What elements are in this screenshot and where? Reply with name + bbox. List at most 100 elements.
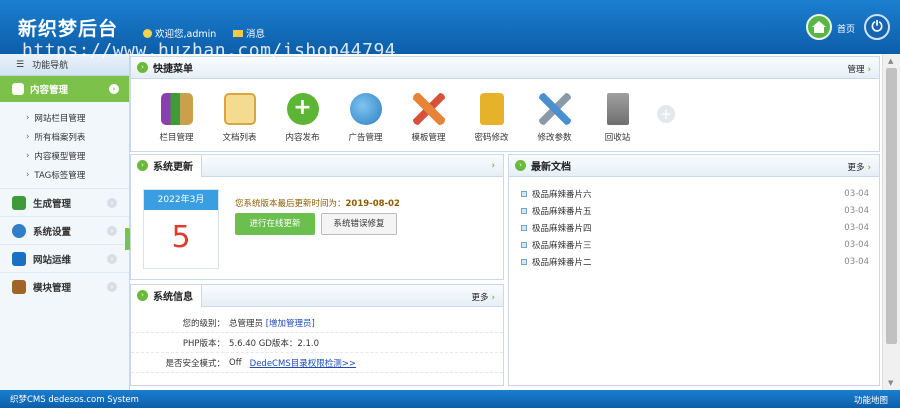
online-update-button[interactable]: 进行在线更新 xyxy=(235,213,315,235)
system-info-table: 您的级别： 总管理员 [增加管理员] PHP版本： 5.6.40 GD版本：2.1.… xyxy=(131,307,503,373)
notepad-icon xyxy=(223,93,256,125)
books-icon xyxy=(160,93,193,125)
quick-item[interactable]: + 内容发布 xyxy=(271,93,334,143)
menu-icon: ☰ xyxy=(16,59,25,70)
app-logo: 新织梦后台 xyxy=(18,18,119,40)
doc-title[interactable]: 极品麻辣番片二 xyxy=(532,256,592,268)
calendar-month: 2022年3月 xyxy=(144,190,218,210)
add-shortcut-icon[interactable]: + xyxy=(657,105,675,123)
sidebar-item-settings[interactable]: 系统设置 › xyxy=(0,216,129,244)
manage-link[interactable]: 管理 xyxy=(848,63,871,75)
chevron-right-icon: › xyxy=(107,198,117,208)
quick-item-label: 修改参数 xyxy=(537,133,572,143)
quick-item[interactable]: 模板管理 xyxy=(397,93,460,143)
messages-link[interactable]: 消息 xyxy=(233,26,265,40)
scroll-up-icon[interactable]: ▲ xyxy=(888,57,893,65)
doc-title[interactable]: 极品麻辣番片四 xyxy=(532,222,592,234)
more-link[interactable]: 更多 xyxy=(472,291,495,303)
list-item[interactable]: 极品麻辣番片四 03-04 xyxy=(521,219,879,236)
list-item[interactable]: 极品麻辣番片三 03-04 xyxy=(521,236,879,253)
sidebar-item-label: 模块管理 xyxy=(33,282,72,294)
sidebar: ☰ 功能导航 内容管理 › 网站栏目管理 所有档案列表 内容模型管理 TAG标签管理… xyxy=(0,54,130,390)
welcome-user[interactable]: 欢迎您,admin xyxy=(143,26,216,40)
quick-item[interactable]: 回收站 xyxy=(586,93,649,143)
chevron-right-icon: › xyxy=(137,160,148,171)
doc-date: 03-04 xyxy=(844,239,869,250)
submenu-item[interactable]: 所有档案列表 xyxy=(26,127,129,146)
tab-system-info[interactable]: › 系统信息 xyxy=(131,285,202,307)
quick-item-label: 模板管理 xyxy=(411,133,446,143)
footer-copyright: 织梦CMS dedesos.com System xyxy=(10,395,139,405)
scroll-down-icon[interactable]: ▼ xyxy=(888,379,893,387)
top-header: 新织梦后台 欢迎您,admin 消息 首页 ⏻ xyxy=(0,0,900,54)
panel-title: 系统更新 xyxy=(153,162,193,173)
info-value: 5.6.40 GD版本：2.1.0 xyxy=(229,338,319,349)
bullet-icon xyxy=(521,224,527,231)
submenu-item[interactable]: 内容模型管理 xyxy=(26,146,129,165)
sidebar-header: ☰ 功能导航 xyxy=(0,54,129,76)
info-key: PHP版本： xyxy=(182,338,225,349)
sidebar-item-label: 网站运维 xyxy=(33,254,72,266)
panel-header: › 系统信息 更多 xyxy=(131,285,503,307)
welcome-text: 欢迎您,admin xyxy=(155,29,217,40)
chevron-right-icon: › xyxy=(137,62,148,73)
list-item[interactable]: 极品麻辣番片六 03-04 xyxy=(521,185,879,202)
scroll-thumb[interactable] xyxy=(886,68,897,344)
vertical-scrollbar[interactable]: ▲ ▼ xyxy=(882,54,900,390)
last-update-label: 您系统版本最后更新时间为： xyxy=(235,199,346,209)
calendar-widget: 2022年3月 5 xyxy=(143,189,219,269)
quick-item-label: 回收站 xyxy=(604,133,631,143)
info-key: 是否安全模式： xyxy=(165,358,225,369)
doc-date: 03-04 xyxy=(844,205,869,216)
home-icon[interactable] xyxy=(806,14,832,40)
sidebar-title: 功能导航 xyxy=(32,61,69,71)
quick-item[interactable]: 栏目管理 xyxy=(145,93,208,143)
repair-button[interactable]: 系统错误修复 xyxy=(321,213,397,235)
permission-check-link[interactable]: DedeCMS目录权限检测>> xyxy=(250,357,356,369)
bullet-icon xyxy=(521,207,527,214)
expand-icon[interactable] xyxy=(491,161,495,171)
pencil-ruler-icon xyxy=(412,93,445,125)
list-item[interactable]: 极品麻辣番片二 03-04 xyxy=(521,253,879,270)
submenu-item[interactable]: 网站栏目管理 xyxy=(26,108,129,127)
sidebar-item-content[interactable]: 内容管理 › xyxy=(0,76,129,102)
quick-item[interactable]: 广告管理 xyxy=(334,93,397,143)
doc-date: 03-04 xyxy=(844,256,869,267)
list-item[interactable]: 极品麻辣番片五 03-04 xyxy=(521,202,879,219)
home-link[interactable]: 首页 xyxy=(837,22,855,35)
panel-title: 快捷菜单 xyxy=(153,64,193,75)
sidebar-submenu: 网站栏目管理 所有档案列表 内容模型管理 TAG标签管理 xyxy=(0,102,129,188)
add-admin-link[interactable]: [增加管理员] xyxy=(266,317,315,329)
quick-item-label: 广告管理 xyxy=(348,133,383,143)
sidebar-item-maintenance[interactable]: 网站运维 › xyxy=(0,244,129,272)
panel-header: › 系统更新 xyxy=(131,154,503,177)
plus-circle-icon: + xyxy=(286,93,319,125)
latest-docs-panel: › 最新文档 更多 极品麻辣番片六 03-04 极品麻辣番片五 03-04 极品麻辣番片… xyxy=(508,154,880,386)
globe-icon xyxy=(349,93,382,125)
sidebar-item-generate[interactable]: 生成管理 › xyxy=(0,188,129,216)
more-link[interactable]: 更多 xyxy=(848,161,871,173)
panel-header: › 快捷菜单 管理 xyxy=(131,57,879,79)
sidebar-item-label: 生成管理 xyxy=(33,198,72,210)
chevron-right-icon: › xyxy=(107,254,117,264)
gear-icon xyxy=(12,223,26,238)
tools-icon xyxy=(538,93,571,125)
table-row: 是否安全模式： Off DedeCMS目录权限检测>> xyxy=(131,353,503,373)
panel-header: › 最新文档 更多 xyxy=(509,155,879,177)
doc-title[interactable]: 极品麻辣番片五 xyxy=(532,205,592,217)
tab-system-update[interactable]: › 系统更新 xyxy=(131,154,202,177)
doc-title[interactable]: 极品麻辣番片三 xyxy=(532,239,592,251)
sidebar-item-modules[interactable]: 模块管理 › xyxy=(0,272,129,300)
logout-power-icon[interactable]: ⏻ xyxy=(864,14,890,40)
quick-item[interactable]: 密码修改 xyxy=(460,93,523,143)
table-row: 您的级别： 总管理员 [增加管理员] xyxy=(131,313,503,333)
bullet-icon xyxy=(521,190,527,197)
doc-title[interactable]: 极品麻辣番片六 xyxy=(532,188,592,200)
site-map-link[interactable]: 功能地图 xyxy=(854,394,888,406)
quick-item-label: 内容发布 xyxy=(285,133,320,143)
submenu-item[interactable]: TAG标签管理 xyxy=(26,165,129,184)
panel-title: 系统信息 xyxy=(153,292,193,303)
quick-item[interactable]: 修改参数 xyxy=(523,93,586,143)
last-update-text: 您系统版本最后更新时间为：2019-08-02 xyxy=(235,197,400,209)
quick-item[interactable]: 文档列表 xyxy=(208,93,271,143)
